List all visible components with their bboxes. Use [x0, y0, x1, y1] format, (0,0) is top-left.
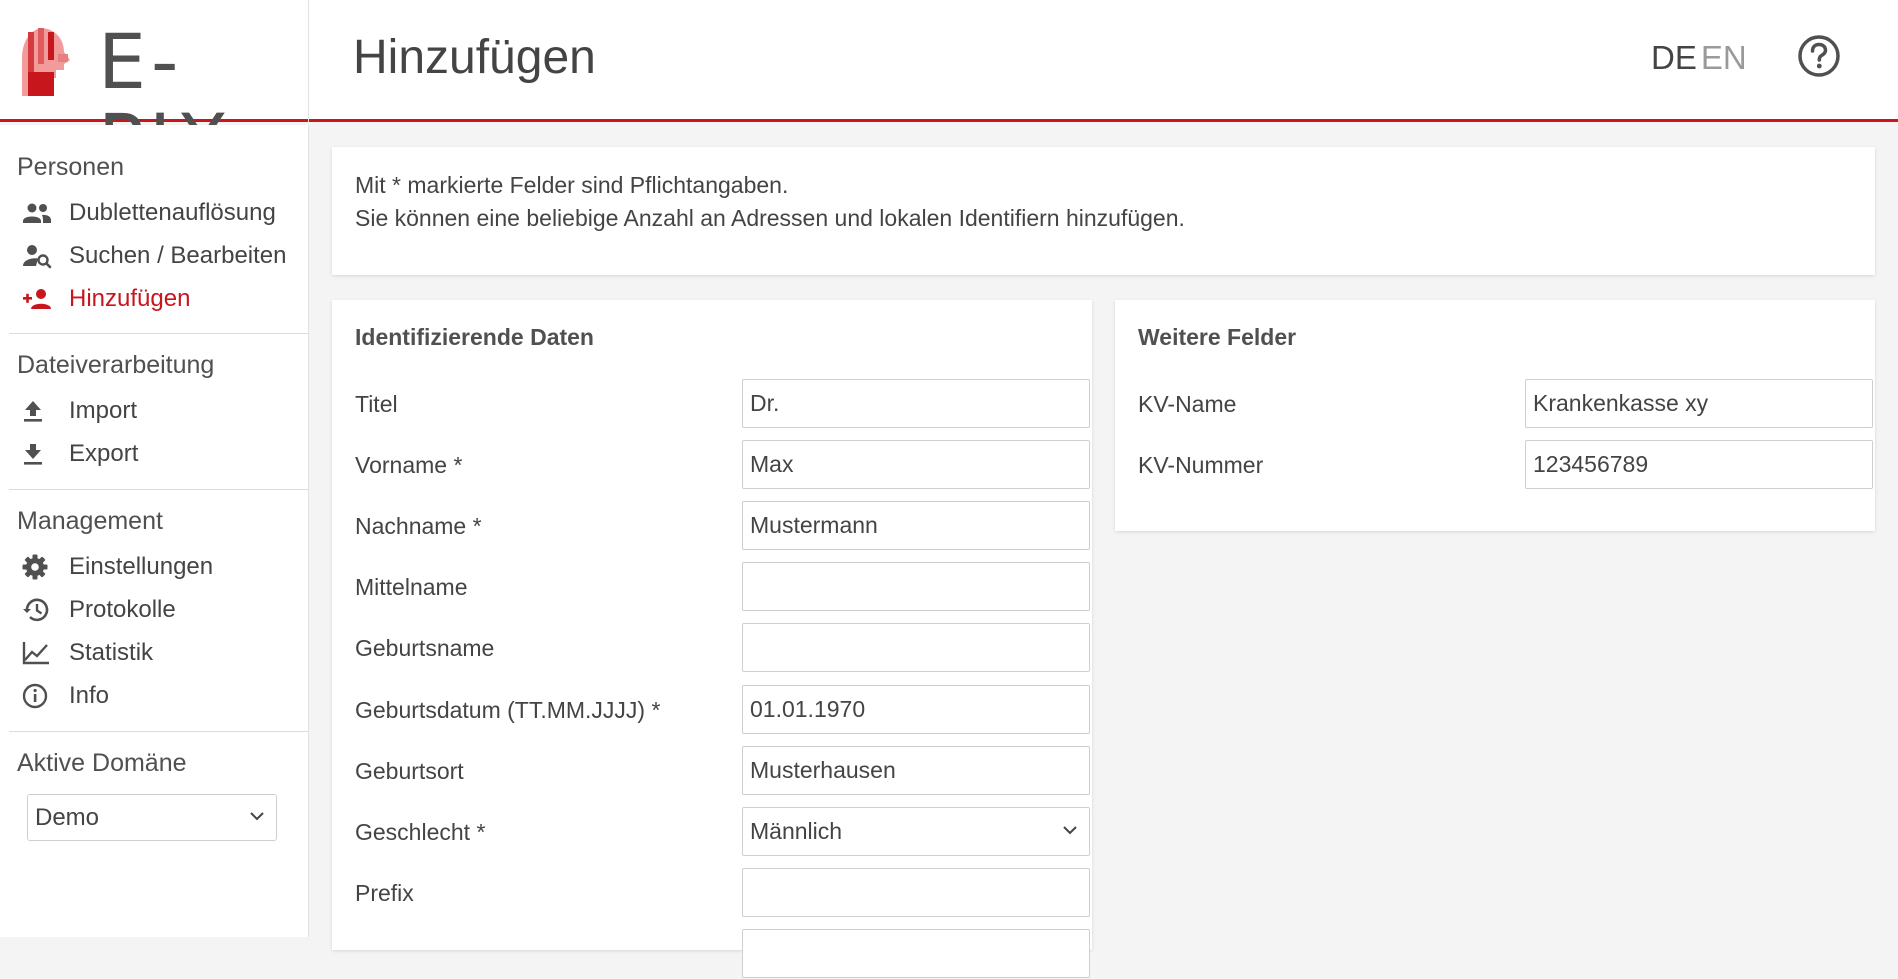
sidebar-item-export[interactable]: Export — [22, 437, 138, 471]
mittelname-input[interactable] — [742, 562, 1090, 611]
field-label: Vorname * — [355, 452, 463, 478]
prefix-input[interactable] — [742, 868, 1090, 917]
form-row-kv-name: KV-Name Krankenkasse xy — [1138, 379, 1873, 429]
field-label: KV-Name — [1138, 391, 1237, 417]
info-line-addresses: Sie können eine beliebige Anzahl an Adre… — [355, 205, 1185, 231]
form-row-geburtsdatum: Geburtsdatum (TT.MM.JJJJ) * 01.01.1970 — [355, 685, 1090, 735]
titel-input[interactable]: Dr. — [742, 379, 1090, 428]
extra-fields-panel: Weitere Felder KV-Name Krankenkasse xy K… — [1115, 300, 1875, 531]
sidebar-item-dublettenaufloesung[interactable]: Dublettenauflösung — [22, 196, 276, 230]
sidebar-item-suchen-bearbeiten[interactable]: Suchen / Bearbeiten — [22, 239, 287, 273]
domain-select-value: Demo — [35, 803, 100, 831]
sidebar-item-import[interactable]: Import — [22, 394, 137, 428]
person-search-icon — [22, 242, 54, 270]
field-label: KV-Nummer — [1138, 452, 1264, 478]
sidebar-divider — [9, 731, 309, 732]
sidebar-item-label: Statistik — [69, 639, 154, 666]
form-row-nachname: Nachname * Mustermann — [355, 501, 1090, 551]
field-label: Nachname * — [355, 513, 482, 539]
identifying-data-panel: Identifizierende Daten Titel Dr. Vorname… — [332, 300, 1092, 978]
help-icon[interactable] — [1797, 34, 1841, 78]
geburtsort-input[interactable]: Musterhausen — [742, 746, 1090, 795]
sidebar: Personen Dublettenauflösung Suchen / Bea… — [0, 125, 309, 937]
sidebar-item-label: Export — [69, 440, 139, 467]
logo[interactable]: E-PIX — [0, 0, 309, 182]
field-label: Geburtsdatum (TT.MM.JJJJ) * — [355, 697, 661, 723]
info-text: Mit * markierte Felder sind Pflichtangab… — [355, 169, 1185, 235]
field-label: Geburtsname — [355, 635, 495, 661]
gear-icon — [22, 553, 54, 581]
sidebar-item-hinzufuegen[interactable]: Hinzufügen — [22, 282, 190, 316]
form-row-mittelname: Mittelname — [355, 562, 1090, 612]
field-label: Mittelname — [355, 574, 468, 600]
form-row-geschlecht: Geschlecht * Männlich — [355, 807, 1090, 857]
app-header: E-PIX Hinzufügen DEEN — [0, 0, 1898, 182]
sidebar-item-label: Einstellungen — [69, 553, 214, 580]
field-label: Titel — [355, 391, 398, 417]
section-title-personen: Personen — [17, 153, 125, 181]
line-chart-icon — [22, 639, 54, 667]
sidebar-item-label: Import — [69, 397, 138, 424]
field-label: Geschlecht * — [355, 819, 486, 845]
field-label: Geburtsort — [355, 758, 464, 784]
sidebar-item-label: Info — [69, 682, 110, 709]
lang-de-link[interactable]: DE — [1651, 39, 1697, 76]
people-icon — [22, 199, 54, 227]
history-icon — [22, 596, 54, 624]
upload-icon — [22, 397, 54, 425]
lang-en-link[interactable]: EN — [1701, 39, 1747, 76]
section-title-management: Management — [17, 507, 163, 535]
form-row-geburtsname: Geburtsname — [355, 623, 1090, 673]
form-row-geburtsort: Geburtsort Musterhausen — [355, 746, 1090, 796]
panel-title: Weitere Felder — [1138, 324, 1297, 350]
form-row-prefix: Prefix — [355, 868, 1090, 918]
sidebar-item-info[interactable]: Info — [22, 679, 109, 713]
sidebar-item-protokolle[interactable]: Protokolle — [22, 593, 176, 627]
info-line-required: Mit * markierte Felder sind Pflichtangab… — [355, 172, 789, 198]
sidebar-item-label: Suchen / Bearbeiten — [69, 242, 287, 269]
page-title: Hinzufügen — [353, 31, 596, 84]
sidebar-item-label: Hinzufügen — [69, 285, 191, 312]
info-icon — [22, 682, 54, 710]
info-panel: Mit * markierte Felder sind Pflichtangab… — [332, 147, 1875, 275]
geschlecht-select-value: Männlich — [750, 818, 843, 844]
vorname-input[interactable]: Max — [742, 440, 1090, 489]
geburtsdatum-input[interactable]: 01.01.1970 — [742, 685, 1090, 734]
sidebar-item-label: Protokolle — [69, 596, 176, 623]
sidebar-item-statistik[interactable]: Statistik — [22, 636, 153, 670]
sidebar-item-label: Dublettenauflösung — [69, 199, 276, 226]
sidebar-divider — [9, 489, 309, 490]
kv-name-input[interactable]: Krankenkasse xy — [1525, 379, 1873, 428]
language-switcher: DE EN — [1651, 38, 1747, 78]
domain-select[interactable]: Demo — [27, 794, 277, 841]
person-add-icon — [22, 285, 54, 313]
panel-title: Identifizierende Daten — [355, 324, 594, 350]
chevron-down-icon — [1063, 826, 1077, 835]
kv-nummer-input[interactable]: 123456789 — [1525, 440, 1873, 489]
nachname-input[interactable]: Mustermann — [742, 501, 1090, 550]
epix-logo-icon — [22, 28, 70, 96]
form-row-vorname: Vorname * Max — [355, 440, 1090, 490]
download-icon — [22, 440, 54, 468]
geschlecht-select[interactable]: Männlich — [742, 807, 1090, 856]
sidebar-divider — [9, 333, 309, 334]
sidebar-item-einstellungen[interactable]: Einstellungen — [22, 550, 213, 584]
form-row-kv-nummer: KV-Nummer 123456789 — [1138, 440, 1873, 490]
chevron-down-icon — [250, 812, 264, 821]
section-title-dateiverarbeitung: Dateiverarbeitung — [17, 351, 215, 379]
geburtsname-input[interactable] — [742, 623, 1090, 672]
section-title-aktive-domaene: Aktive Domäne — [17, 749, 187, 777]
next-input[interactable] — [742, 929, 1090, 978]
form-row-titel: Titel Dr. — [355, 379, 1090, 429]
field-label: Prefix — [355, 880, 414, 906]
